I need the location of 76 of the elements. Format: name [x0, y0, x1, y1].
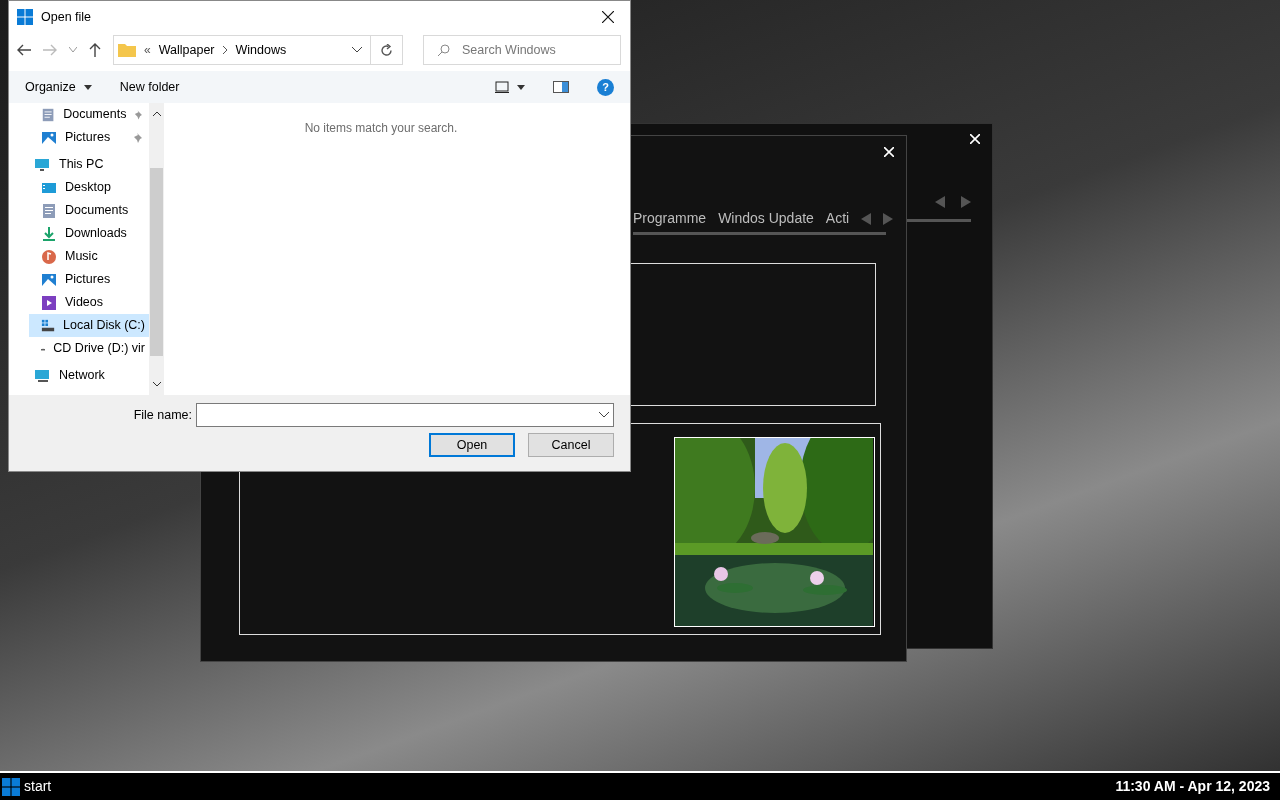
- nav-label: Pictures: [65, 271, 111, 289]
- nav-label: Pictures: [65, 129, 111, 147]
- view-icon[interactable]: [495, 81, 509, 93]
- back-icon[interactable]: [17, 44, 31, 56]
- nav-item[interactable]: Network: [29, 364, 149, 387]
- nav-item[interactable]: CD Drive (D:) vir: [29, 337, 149, 360]
- nav-label: CD Drive (D:) vir: [53, 340, 145, 358]
- start-icon: [2, 777, 20, 796]
- scrollbar[interactable]: [149, 103, 164, 395]
- nav-item[interactable]: This PC: [29, 153, 149, 176]
- tab[interactable]: Windos Update: [718, 208, 814, 229]
- nav-item[interactable]: Pictures: [29, 268, 149, 291]
- nav-label: Documents: [63, 106, 127, 124]
- nav-label: Local Disk (C:): [63, 317, 145, 335]
- help-icon[interactable]: ?: [597, 78, 614, 96]
- clock: 11:30 AM - Apr 12, 2023: [1115, 777, 1270, 796]
- new-folder-button[interactable]: New folder: [119, 77, 180, 97]
- chevron-right-icon: [222, 46, 228, 54]
- breadcrumb[interactable]: Wallpaper: [158, 40, 215, 60]
- music-icon: [41, 248, 57, 265]
- up-icon[interactable]: [89, 43, 101, 57]
- chevron-down-icon[interactable]: [352, 47, 362, 53]
- nav-label: Documents: [65, 202, 129, 220]
- nav-item[interactable]: Local Disk (C:): [29, 314, 149, 337]
- tab[interactable]: Programme: [633, 208, 707, 229]
- monitor-icon: [33, 156, 51, 173]
- file-name-field[interactable]: [196, 403, 614, 427]
- nav-item[interactable]: Videos: [29, 291, 149, 314]
- empty-message: No items match your search.: [304, 120, 458, 137]
- overflow-chevron[interactable]: «: [144, 41, 151, 59]
- nav-label: Music: [65, 248, 98, 266]
- file-name-label: File name:: [133, 406, 192, 424]
- app-icon: [17, 9, 33, 25]
- arrow-left-icon[interactable]: [935, 196, 945, 208]
- dialog-button[interactable]: Cancel: [528, 433, 614, 457]
- image-icon: [41, 129, 57, 146]
- nav-label: Desktop: [65, 179, 111, 197]
- nav-item[interactable]: Music: [29, 245, 149, 268]
- arrow-right-icon[interactable]: [961, 196, 971, 208]
- nav-label: This PC: [59, 156, 104, 174]
- document-icon: [41, 106, 56, 123]
- caret-icon[interactable]: [517, 84, 525, 90]
- arrow-left-icon[interactable]: [861, 212, 872, 225]
- nav-item[interactable]: Downloads: [29, 222, 149, 245]
- dialog-button[interactable]: Open: [429, 433, 515, 457]
- window-title: Open file: [41, 8, 92, 26]
- nav-label: Network: [59, 367, 105, 385]
- chevron-down-icon[interactable]: [599, 412, 609, 418]
- refresh-icon[interactable]: [380, 43, 393, 57]
- arrow-right-icon[interactable]: [883, 212, 894, 225]
- search-icon: [437, 44, 450, 57]
- image-icon: [41, 271, 57, 288]
- video-icon: [41, 294, 57, 311]
- search-field[interactable]: Search Windows: [423, 35, 621, 65]
- network-icon: [33, 367, 51, 384]
- nav-item[interactable]: Pictures: [29, 126, 149, 149]
- chevron-up-icon: [152, 111, 161, 116]
- close-icon[interactable]: [602, 11, 614, 23]
- organize-menu[interactable]: Organize: [25, 77, 92, 97]
- address-bar[interactable]: « Wallpaper Windows: [113, 35, 403, 65]
- caret-icon: [83, 84, 92, 90]
- start-button[interactable]: start: [2, 776, 52, 797]
- nav-label: Videos: [65, 294, 103, 312]
- preview-pane-icon[interactable]: [553, 81, 569, 93]
- nav-item[interactable]: Documents: [29, 103, 149, 126]
- drive-icon: [41, 317, 56, 334]
- document-icon: [41, 202, 57, 219]
- nav-item[interactable]: Documents: [29, 199, 149, 222]
- folder-icon: [118, 43, 136, 57]
- chevron-down-icon: [152, 382, 161, 387]
- scroll-thumb[interactable]: [150, 168, 163, 356]
- breadcrumb[interactable]: Windows: [235, 40, 287, 60]
- download-icon: [41, 225, 57, 242]
- nav-label: Downloads: [65, 225, 127, 243]
- tab[interactable]: Acti: [825, 208, 850, 229]
- nav-item[interactable]: Desktop: [29, 176, 149, 199]
